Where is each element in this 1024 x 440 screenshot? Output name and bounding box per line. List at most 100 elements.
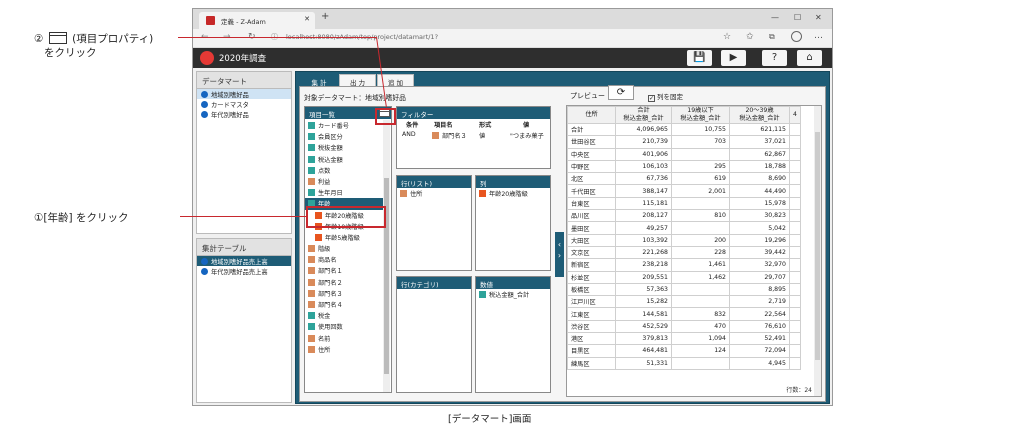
field-label: 使用回数 bbox=[318, 324, 343, 332]
refresh-preview-button[interactable]: ⟳ bbox=[608, 85, 634, 100]
field-item[interactable]: 利益 bbox=[305, 176, 383, 187]
minimize-button[interactable]: — bbox=[771, 13, 779, 22]
field-item[interactable]: 階級 bbox=[305, 243, 383, 254]
table-row: 品川区 208,127 810 30,823 bbox=[567, 209, 801, 223]
values-box[interactable]: 数値 税込金額_合計 bbox=[475, 276, 551, 393]
table-cell: 67,736 bbox=[615, 172, 672, 186]
filter-row[interactable]: AND 部門名３ 値 "つまみ菓子 bbox=[397, 130, 550, 141]
table-row: 台東区 115,181 15,978 bbox=[567, 196, 801, 211]
row-category-box[interactable]: 行(カテゴリ) bbox=[396, 276, 472, 393]
callout-property: ② (項目プロパティ) bbox=[34, 32, 154, 45]
table-cell: 209,551 bbox=[615, 270, 672, 284]
field-label: 商品名 bbox=[318, 257, 337, 265]
caption: [データマート]画面 bbox=[448, 414, 532, 425]
field-item[interactable]: カード番号 bbox=[305, 120, 383, 131]
column-header[interactable]: 19歳以下 税込金額_合計 bbox=[671, 106, 730, 124]
number-type-icon bbox=[308, 312, 315, 320]
column-header[interactable]: 合計 税込金額_合計 bbox=[615, 106, 672, 124]
string-type-icon bbox=[432, 132, 439, 140]
list-item[interactable]: 税込金額_合計 bbox=[476, 289, 550, 300]
table-cell: 中央区 bbox=[567, 147, 616, 161]
field-item[interactable]: 使用回数 bbox=[305, 321, 383, 332]
panel-toggle[interactable]: ‹ › bbox=[555, 232, 564, 277]
tab-output[interactable]: 出 力 bbox=[339, 74, 376, 87]
table-row: 中野区 106,103 295 18,788 bbox=[567, 159, 801, 174]
favorite-icon[interactable]: ☆ bbox=[723, 32, 731, 42]
number-type-icon bbox=[308, 323, 315, 331]
field-item[interactable]: 会員区分 bbox=[305, 131, 383, 142]
field-item[interactable]: 税込金額 bbox=[305, 154, 383, 165]
preview-table-container: 住所 合計 税込金額_合計 19歳以下 税込金額_合計 20～39歳 税込金額_合計 4… bbox=[566, 105, 822, 397]
field-label: 部門名１ bbox=[318, 268, 343, 276]
field-item[interactable]: 税抜金額 bbox=[305, 142, 383, 153]
field-item[interactable]: 生年月日 bbox=[305, 187, 383, 198]
new-tab-button[interactable]: + bbox=[321, 11, 329, 22]
datamart-item-label: 地域別嗜好品 bbox=[211, 92, 249, 99]
field-item[interactable]: 名前 bbox=[305, 333, 383, 344]
favorites-bar-icon[interactable]: ✩ bbox=[746, 32, 754, 42]
check-icon bbox=[201, 258, 208, 265]
field-item[interactable]: 部門名４ bbox=[305, 299, 383, 310]
datamart-item[interactable]: 地域別嗜好品 bbox=[197, 89, 291, 99]
field-label: 名前 bbox=[318, 335, 331, 343]
table-row: 世田谷区 210,739 703 37,021 bbox=[567, 135, 801, 149]
columns-box[interactable]: 列 年齢20歳階級 bbox=[475, 175, 551, 271]
table-cell: 10,755 bbox=[671, 122, 730, 137]
field-item[interactable]: 部門名２ bbox=[305, 277, 383, 288]
field-label: 部門名２ bbox=[318, 279, 343, 287]
field-item[interactable]: 年齢5歳階級 bbox=[305, 232, 383, 243]
table-cell: 8,895 bbox=[729, 282, 790, 297]
table-row: 墨田区 49,257 5,042 bbox=[567, 221, 801, 235]
string-type-icon bbox=[308, 301, 315, 308]
table-cell bbox=[789, 221, 801, 235]
tab-bar: 定義 - Z-Adam ✕ + — ☐ ✕ bbox=[193, 9, 832, 29]
field-item[interactable]: 住所 bbox=[305, 344, 383, 355]
column-header[interactable]: 20～39歳 税込金額_合計 bbox=[729, 106, 790, 124]
table-row: 練馬区 51,331 4,945 bbox=[567, 356, 801, 370]
category-type-icon bbox=[479, 190, 486, 197]
more-icon[interactable]: … bbox=[814, 31, 823, 41]
table-cell: 渋谷区 bbox=[567, 319, 616, 334]
rows-list-box[interactable]: 行(リスト) 住所 bbox=[396, 175, 472, 271]
close-button[interactable]: ✕ bbox=[815, 13, 822, 22]
datamart-item-label: 年代別嗜好品 bbox=[211, 112, 249, 119]
help-button[interactable]: ? bbox=[762, 50, 787, 66]
profile-icon[interactable] bbox=[791, 31, 802, 42]
table-cell bbox=[789, 282, 801, 297]
app-favicon-icon bbox=[206, 16, 215, 25]
field-item[interactable]: 部門名３ bbox=[305, 288, 383, 299]
table-cell: 52,491 bbox=[729, 332, 790, 346]
column-header[interactable]: 4 bbox=[789, 106, 801, 124]
field-item[interactable]: 商品名 bbox=[305, 254, 383, 265]
table-cell: 新宿区 bbox=[567, 258, 616, 272]
save-button[interactable]: 💾 bbox=[687, 50, 712, 66]
column-header[interactable]: 住所 bbox=[567, 106, 616, 124]
run-button[interactable]: ▶ bbox=[721, 50, 746, 66]
preview-scrollbar[interactable] bbox=[814, 106, 821, 396]
field-item[interactable]: 点数 bbox=[305, 165, 383, 176]
field-item[interactable]: 部門名１ bbox=[305, 265, 383, 276]
datamart-item[interactable]: カードマスタ bbox=[197, 99, 291, 109]
agg-table-item[interactable]: 地域別嗜好品売上高 bbox=[197, 256, 291, 266]
field-label: 税金 bbox=[318, 313, 331, 321]
tab-aggregate[interactable]: 集 計 bbox=[299, 74, 339, 87]
field-item[interactable]: 税金 bbox=[305, 310, 383, 321]
number-type-icon bbox=[479, 291, 486, 298]
collections-icon[interactable]: ⧉ bbox=[769, 32, 775, 42]
list-item[interactable]: 住所 bbox=[397, 188, 471, 199]
table-cell bbox=[789, 356, 801, 370]
table-row: 渋谷区 452,529 470 76,610 bbox=[567, 319, 801, 334]
fix-columns-checkbox[interactable]: ✓ 列を固定 bbox=[648, 91, 683, 102]
datamart-item[interactable]: 年代別嗜好品 bbox=[197, 109, 291, 119]
tab-close-icon[interactable]: ✕ bbox=[304, 15, 310, 23]
maximize-button[interactable]: ☐ bbox=[794, 13, 801, 22]
table-cell: 832 bbox=[671, 307, 730, 321]
home-button[interactable]: ⌂ bbox=[797, 50, 822, 66]
list-item[interactable]: 年齢20歳階級 bbox=[476, 188, 550, 199]
preview-table: 住所 合計 税込金額_合計 19歳以下 税込金額_合計 20～39歳 税込金額_合計 4… bbox=[567, 106, 801, 370]
agg-table-item[interactable]: 年代別嗜好品売上高 bbox=[197, 266, 291, 276]
table-cell: 208,127 bbox=[615, 209, 672, 223]
field-list: 項目一覧 カード番号 会員区分 税抜金額 税込金額 点数 利益 生年月日 年齢 年齢20歳階級年… bbox=[304, 106, 392, 393]
browser-tab[interactable]: 定義 - Z-Adam ✕ bbox=[199, 12, 315, 29]
field-list-scrollbar[interactable] bbox=[383, 120, 390, 392]
